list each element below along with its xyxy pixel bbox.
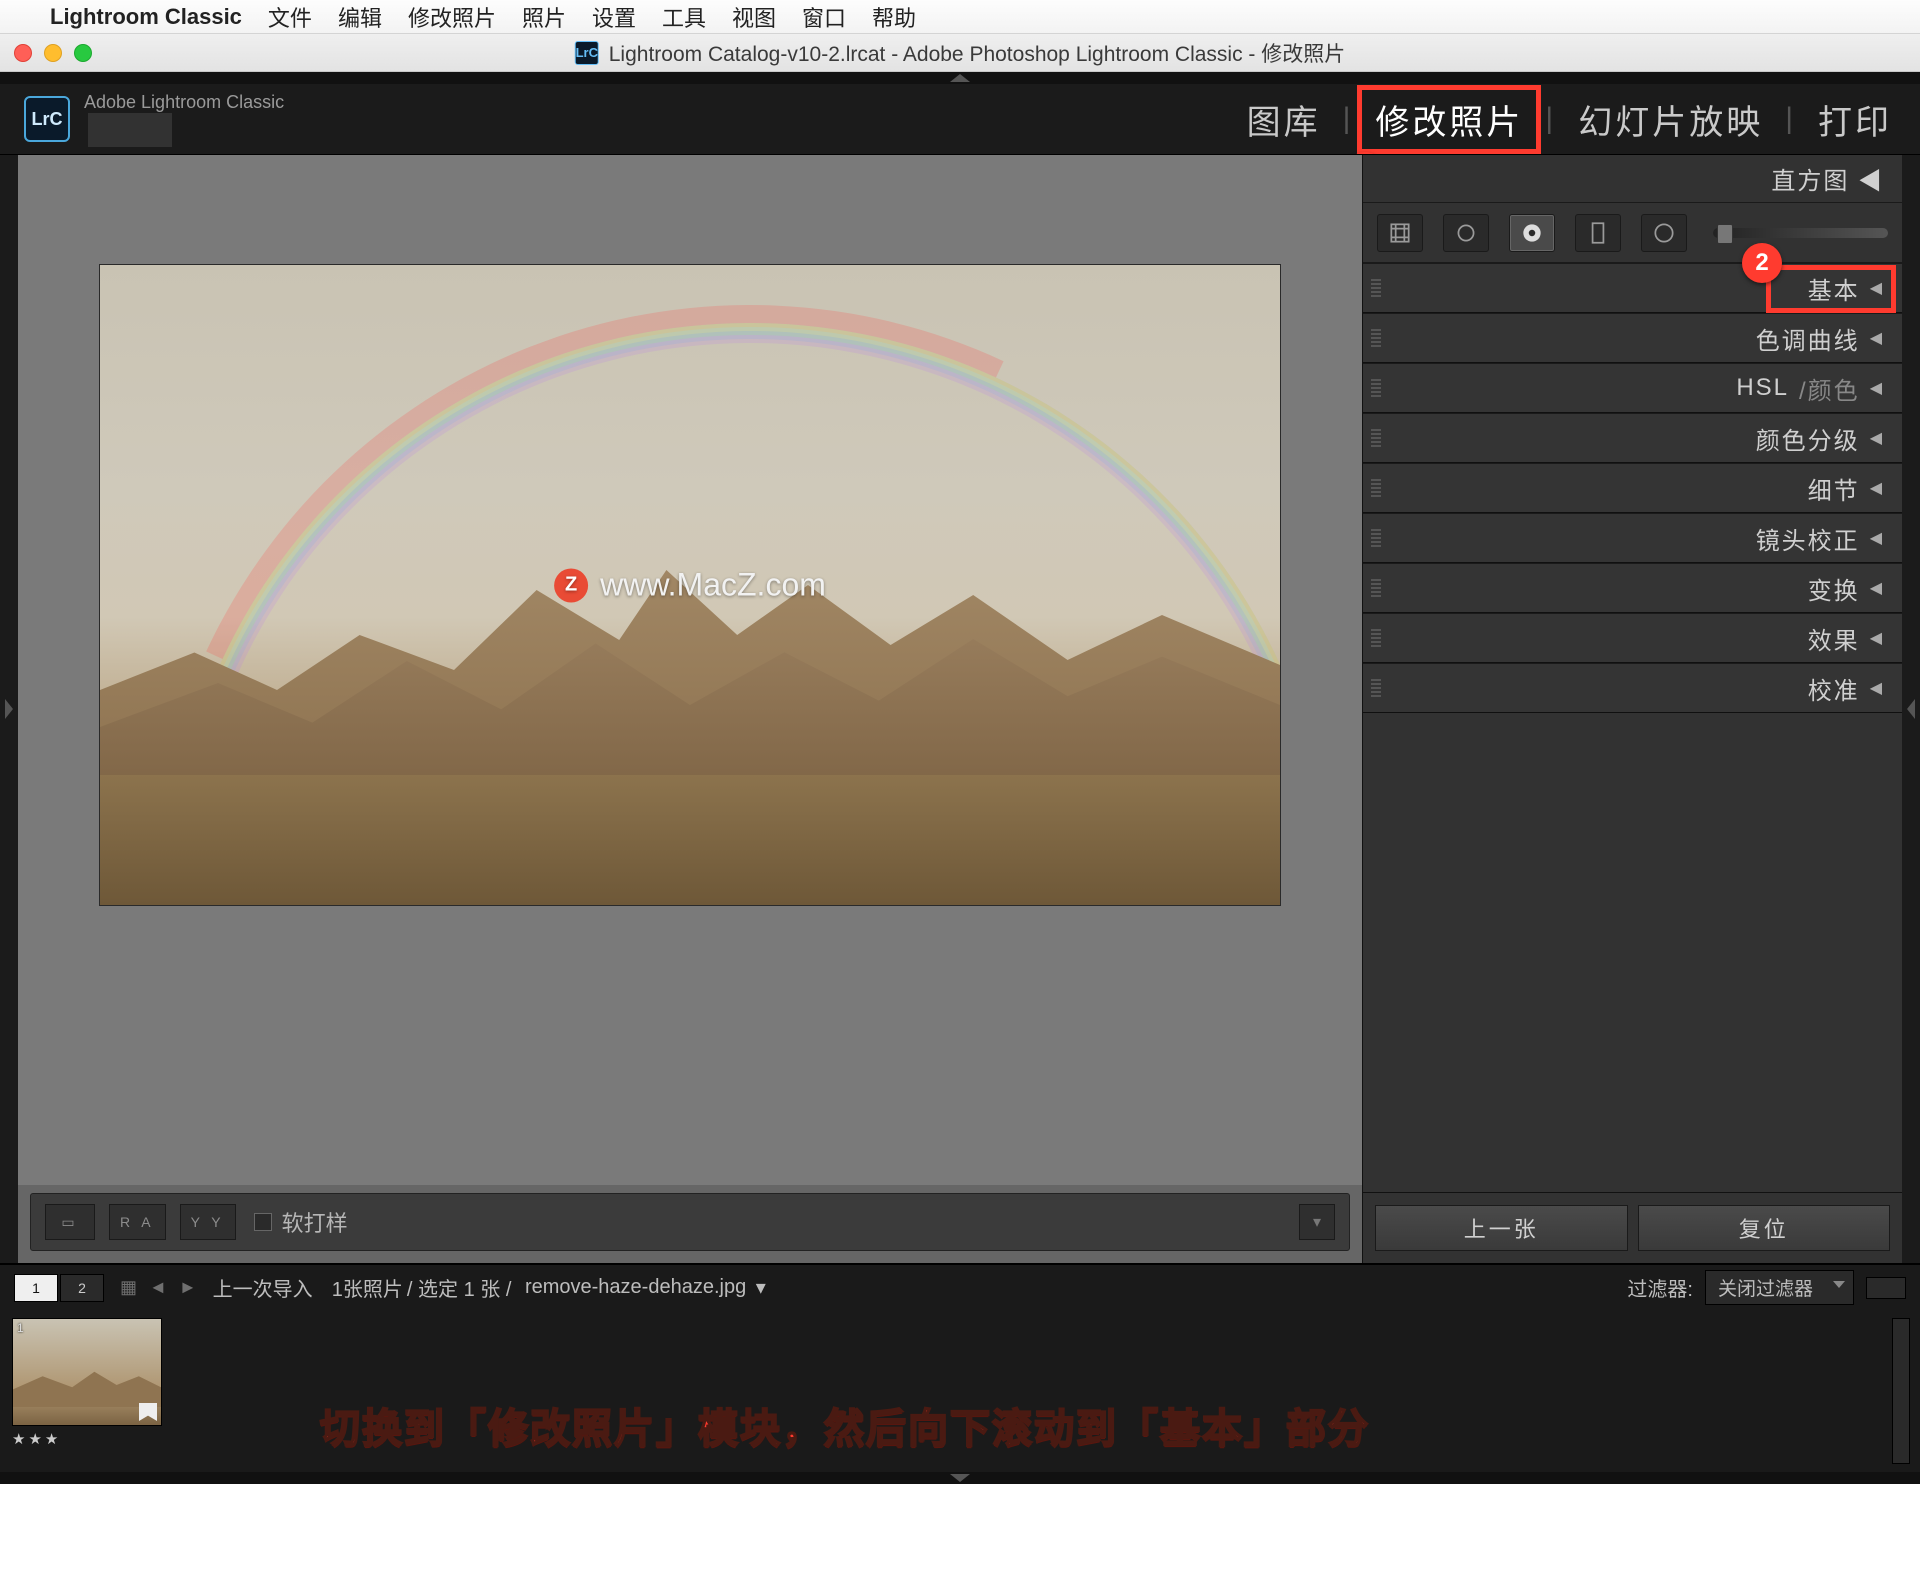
module-picker: 图库 | 修改照片 1 | 幻灯片放映 | 打印	[1243, 95, 1896, 144]
filter-label: 过滤器:	[1627, 1273, 1693, 1302]
identity-row: LrC Adobe Lightroom Classic 图库 | 修改照片 1 …	[0, 84, 1920, 154]
chevron-down-icon: ▾	[750, 1275, 766, 1300]
watermark-icon: Z	[554, 568, 588, 602]
identity-plate[interactable]	[88, 113, 172, 147]
annotation-badge-2: 2	[1742, 243, 1782, 283]
secondary-display-toggle: 1 2	[14, 1274, 104, 1302]
watermark: Z www.MacZ.com	[554, 567, 826, 604]
right-panel-handle[interactable]	[1902, 155, 1920, 1263]
grid-icon[interactable]: ▦	[120, 1277, 137, 1298]
annotation-caption: 切换到「修改照片」模块，然后向下滚动到「基本」部分	[320, 1396, 1370, 1454]
soft-proof-checkbox[interactable]: 软打样	[254, 1206, 348, 1238]
menu-photo[interactable]: 照片	[522, 1, 566, 33]
nav-next-icon[interactable]: ►	[179, 1277, 197, 1298]
identity-text: Adobe Lightroom Classic	[84, 92, 284, 113]
menu-tools[interactable]: 工具	[662, 1, 706, 33]
left-panel-handle[interactable]	[0, 155, 18, 1263]
chevron-left-icon: ◀	[1870, 278, 1884, 298]
close-window-button[interactable]	[14, 44, 32, 62]
menu-edit[interactable]: 编辑	[338, 1, 382, 33]
nav-prev-icon[interactable]: ◄	[149, 1277, 167, 1298]
menu-window[interactable]: 窗口	[802, 1, 846, 33]
section-hsl-color[interactable]: HSL/颜色 ◀	[1363, 363, 1902, 413]
module-print[interactable]: 打印	[1814, 95, 1896, 144]
filmstrip-scrollbar[interactable]	[1892, 1318, 1910, 1464]
panel-buttons: 上一张 复位	[1363, 1192, 1902, 1263]
toolbar-options-dropdown[interactable]: ▾	[1299, 1204, 1335, 1240]
previous-photo-button[interactable]: 上一张	[1375, 1205, 1628, 1251]
module-library[interactable]: 图库	[1243, 95, 1325, 144]
brush-size-slider[interactable]	[1713, 228, 1888, 238]
menu-develop[interactable]: 修改照片	[408, 1, 496, 33]
secondary-display-button[interactable]: 2	[60, 1274, 104, 1302]
menu-view[interactable]: 视图	[732, 1, 776, 33]
thumbnail-index: 1	[17, 1321, 24, 1335]
checkbox-icon	[254, 1213, 272, 1231]
lrc-app-icon: LrC	[575, 41, 599, 65]
chevron-left-icon: ◀	[1870, 328, 1884, 348]
loupe-toolbar: ▭ R A Y Y 软打样 ▾	[30, 1193, 1350, 1251]
redeye-tool-icon[interactable]	[1509, 214, 1555, 252]
mac-menubar: Lightroom Classic 文件 编辑 修改照片 照片 设置 工具 视图…	[0, 0, 1920, 34]
app-name[interactable]: Lightroom Classic	[50, 4, 242, 30]
canvas-area[interactable]: Z www.MacZ.com	[18, 155, 1362, 1185]
filmstrip-header: 1 2 ▦ ◄ ► 上一次导入 1张照片 / 选定 1 张 / remove-h…	[0, 1264, 1920, 1310]
photo-preview[interactable]: Z www.MacZ.com	[100, 265, 1280, 905]
loupe-view-button[interactable]: ▭	[45, 1204, 95, 1240]
menu-settings[interactable]: 设置	[592, 1, 636, 33]
spot-tool-icon[interactable]	[1443, 214, 1489, 252]
grad-filter-tool-icon[interactable]	[1575, 214, 1621, 252]
center-area: Z www.MacZ.com ▭ R A Y Y 软打样 ▾	[18, 155, 1362, 1263]
thumbnail-rating[interactable]: ★★★	[12, 1426, 162, 1448]
bottom-panel-handle[interactable]	[0, 1472, 1920, 1484]
window-title: Lightroom Catalog-v10-2.lrcat - Adobe Ph…	[609, 38, 1346, 68]
zoom-window-button[interactable]	[74, 44, 92, 62]
section-calibration[interactable]: 校准 ◀	[1363, 663, 1902, 713]
section-basic[interactable]: 基本 ◀	[1363, 263, 1902, 313]
window-titlebar: LrC Lightroom Catalog-v10-2.lrcat - Adob…	[0, 34, 1920, 72]
before-after-ra-button[interactable]: R A	[109, 1204, 166, 1240]
section-lens[interactable]: 镜头校正 ◀	[1363, 513, 1902, 563]
workspace: Z www.MacZ.com ▭ R A Y Y 软打样 ▾ 直方图 ◀	[0, 154, 1920, 1264]
chevron-left-icon: ◀	[1870, 428, 1884, 448]
chevron-left-icon: ◀	[1870, 478, 1884, 498]
watermark-text: www.MacZ.com	[600, 567, 826, 604]
section-effects[interactable]: 效果 ◀	[1363, 613, 1902, 663]
top-panel-handle[interactable]	[0, 72, 1920, 84]
main-display-button[interactable]: 1	[14, 1274, 58, 1302]
filmstrip[interactable]: 1 ★★★ 切换到「修改照片」模块，然后向下滚动到「基本」部分	[0, 1310, 1920, 1472]
radial-filter-tool-icon[interactable]	[1641, 214, 1687, 252]
reset-button[interactable]: 复位	[1638, 1205, 1891, 1251]
histogram-panel-header[interactable]: 直方图 ◀	[1363, 155, 1902, 203]
app-root: LrC Adobe Lightroom Classic 图库 | 修改照片 1 …	[0, 72, 1920, 1484]
section-tone-curve[interactable]: 色调曲线 ◀	[1363, 313, 1902, 363]
section-detail[interactable]: 细节 ◀	[1363, 463, 1902, 513]
section-transform[interactable]: 变换 ◀	[1363, 563, 1902, 613]
module-develop[interactable]: 修改照片	[1371, 104, 1527, 142]
right-panel: 直方图 ◀ 基本 ◀ 色调曲线 ◀ HSL/	[1362, 155, 1902, 1263]
filter-preset-dropdown[interactable]: 关闭过滤器	[1705, 1270, 1854, 1305]
filter-lock-toggle[interactable]	[1866, 1277, 1906, 1299]
source-path[interactable]: 上一次导入 1张照片 / 选定 1 张 / remove-haze-dehaze…	[213, 1273, 766, 1302]
menu-help[interactable]: 帮助	[872, 1, 916, 33]
module-slideshow[interactable]: 幻灯片放映	[1574, 95, 1767, 144]
crop-tool-icon[interactable]	[1377, 214, 1423, 252]
before-after-yy-button[interactable]: Y Y	[180, 1204, 236, 1240]
section-color-grading[interactable]: 颜色分级 ◀	[1363, 413, 1902, 463]
chevron-left-icon: ◀	[1870, 678, 1884, 698]
chevron-left-icon: ◀	[1870, 528, 1884, 548]
lrc-logo-icon: LrC	[24, 96, 70, 142]
menu-file[interactable]: 文件	[268, 1, 312, 33]
window-controls	[14, 44, 92, 62]
thumbnail[interactable]: 1 ★★★	[12, 1318, 162, 1448]
chevron-left-icon: ◀	[1870, 578, 1884, 598]
develop-tool-strip	[1363, 203, 1902, 263]
chevron-left-icon: ◀	[1870, 628, 1884, 648]
chevron-left-icon: ◀	[1870, 378, 1884, 398]
minimize-window-button[interactable]	[44, 44, 62, 62]
